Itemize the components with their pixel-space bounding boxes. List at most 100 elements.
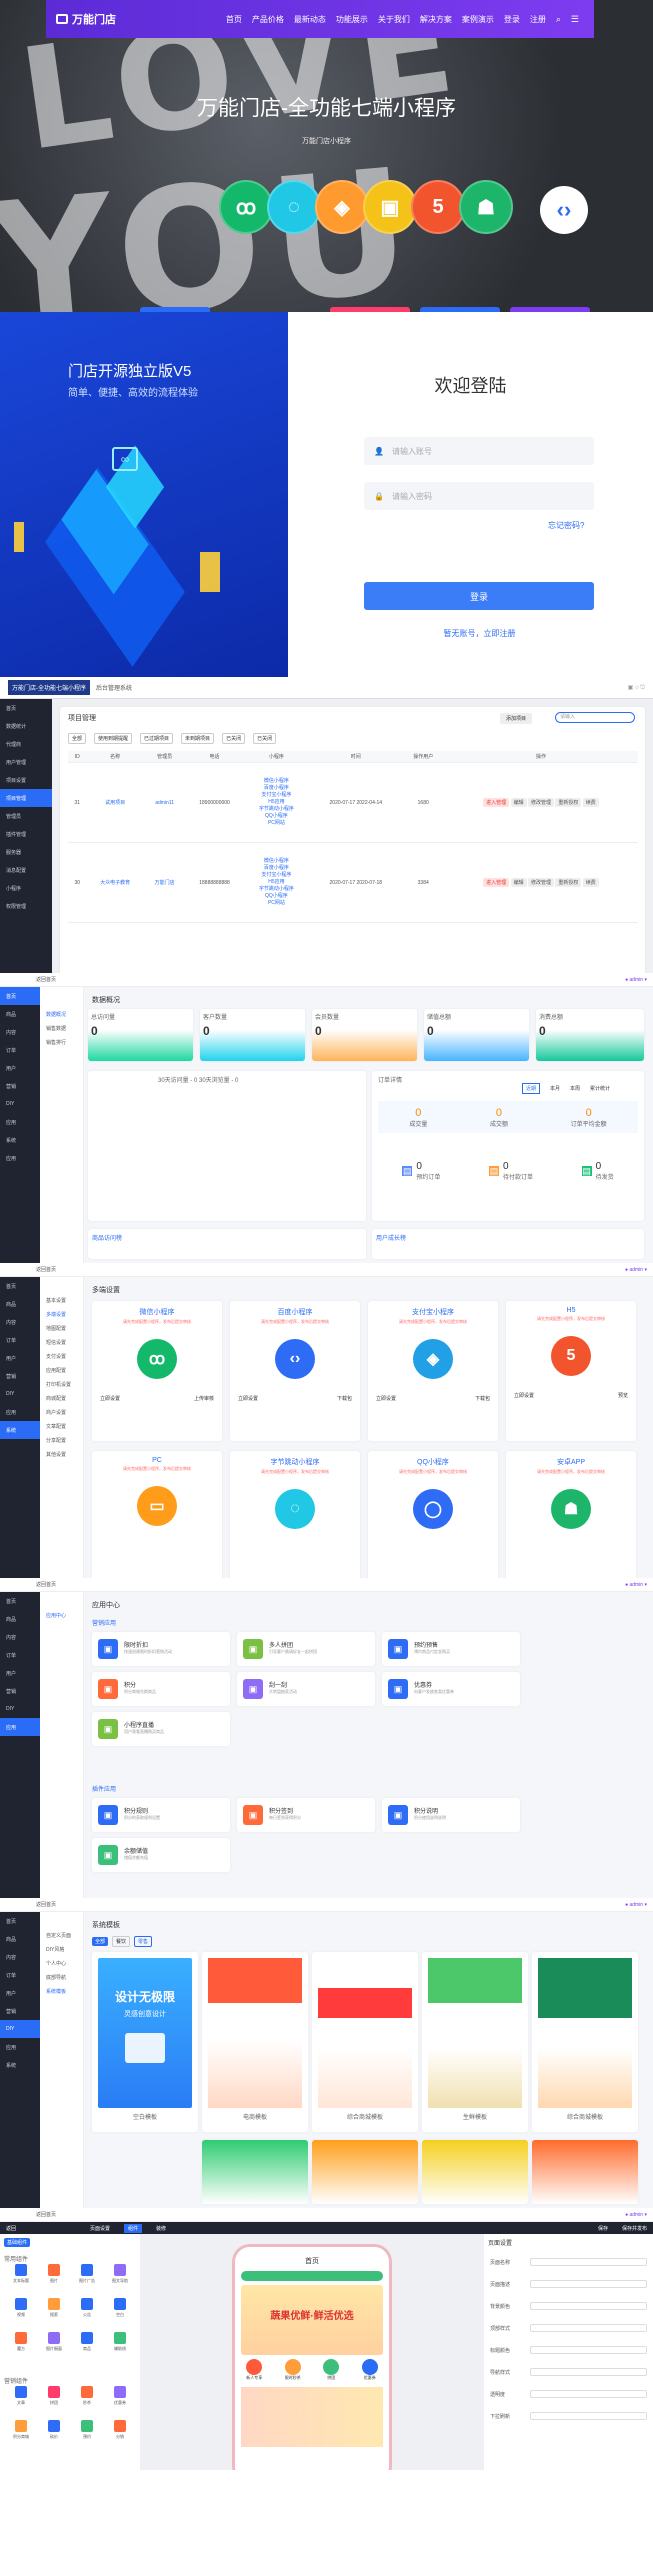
template-card[interactable] [312, 2140, 418, 2204]
sub-item[interactable]: 销售数据 [40, 1021, 83, 1035]
template-card[interactable] [532, 2140, 638, 2204]
nav-home[interactable]: 首页 [226, 14, 242, 25]
sub-item[interactable]: 基本设置 [40, 1293, 83, 1307]
component-item[interactable]: 图片 [39, 2264, 69, 2284]
avatar[interactable]: ● admin ▾ [625, 1267, 647, 1273]
password-field[interactable]: 🔒 请输入密码 [364, 482, 594, 510]
app-item[interactable]: ▣ 积分签到 每日签到获得积分 [237, 1798, 375, 1832]
sub-item[interactable]: 多端设置 [40, 1307, 83, 1321]
sidebar-item[interactable]: 营销 [0, 1367, 40, 1385]
sidebar-item[interactable]: 消息配置 [0, 861, 52, 879]
property-input[interactable] [530, 2324, 647, 2332]
sidebar-item[interactable]: 商品 [0, 1610, 40, 1628]
sub-item[interactable]: 自定义页面 [40, 1928, 83, 1942]
platform-button[interactable]: 立即设置 [238, 1395, 258, 1402]
renew-button[interactable]: 续费 [582, 798, 599, 807]
nav-register[interactable]: 注册 [530, 14, 546, 25]
sidebar-item[interactable]: 数据统计 [0, 717, 52, 735]
sidebar-item[interactable]: 首页 [0, 699, 52, 717]
register-link[interactable]: 暂无账号，立即注册 [288, 628, 653, 639]
template-card[interactable]: 综合商城模板 [312, 1952, 418, 2132]
sidebar-item[interactable]: 插件管理 [0, 825, 52, 843]
template-card[interactable]: 综合商城模板 [532, 1952, 638, 2132]
property-input[interactable] [530, 2390, 647, 2398]
sidebar-item[interactable]: 用户 [0, 1664, 40, 1682]
component-item[interactable]: 文本标题 [6, 2264, 36, 2284]
sidebar-item[interactable]: 用户 [0, 1059, 40, 1077]
back-button[interactable]: 返回 [6, 2225, 16, 2232]
sidebar-item[interactable]: DIY [0, 2020, 40, 2038]
sub-item[interactable]: 支付设置 [40, 1349, 83, 1363]
app-item[interactable]: ▣ 优惠券 向客户发放各类优惠券 [382, 1672, 520, 1706]
avatar[interactable]: ● admin ▾ [625, 2212, 647, 2218]
sidebar-item[interactable]: 内容 [0, 1023, 40, 1041]
sub-item[interactable]: 其他设置 [40, 1447, 83, 1461]
back-home-link[interactable]: 返回首页 [36, 1581, 56, 1588]
sub-item[interactable]: 地图配置 [40, 1321, 83, 1335]
sidebar-item[interactable]: 应用 [0, 2038, 40, 2056]
sub-item[interactable]: 应用配置 [40, 1363, 83, 1377]
platform-button[interactable]: 预览 [618, 1392, 628, 1399]
nav-price[interactable]: 产品价格 [252, 14, 284, 25]
sidebar-item[interactable]: DIY [0, 1385, 40, 1403]
search-input[interactable]: 请输入 [555, 712, 635, 723]
sidebar-item[interactable]: 营销 [0, 1077, 40, 1095]
user-menu[interactable]: ▣ ○ ⎋ [628, 684, 645, 692]
property-input[interactable] [530, 2280, 647, 2288]
component-item[interactable]: 图文导航 [105, 2264, 135, 2284]
add-project-button[interactable]: 添加项目 [500, 713, 533, 724]
sub-item[interactable]: 短信设置 [40, 1335, 83, 1349]
publish-button[interactable]: 保存并发布 [622, 2225, 647, 2232]
component-item[interactable]: 图片橱窗 [39, 2332, 69, 2352]
order-tab[interactable]: 本月 [550, 1085, 560, 1092]
sidebar-item[interactable]: 系统 [0, 1421, 40, 1439]
component-item[interactable]: 辅助线 [105, 2332, 135, 2352]
avatar[interactable]: ● admin ▾ [625, 1902, 647, 1908]
sidebar-item[interactable]: 应用 [0, 1718, 40, 1736]
sidebar-item[interactable]: 订单 [0, 1646, 40, 1664]
sub-item[interactable]: 分享配置 [40, 1433, 83, 1447]
nav-solutions[interactable]: 解决方案 [420, 14, 452, 25]
component-item[interactable]: 分销 [105, 2420, 135, 2440]
renew-button[interactable]: 续费 [582, 878, 599, 887]
avatar[interactable]: ● admin ▾ [625, 977, 647, 983]
login-button[interactable]: 登录 [364, 582, 594, 610]
template-tab[interactable]: 全部 [92, 1937, 109, 1946]
sub-item[interactable]: 销售排行 [40, 1035, 83, 1049]
sidebar-item[interactable]: 订单 [0, 1041, 40, 1059]
platform-button[interactable]: 下载包 [475, 1395, 490, 1402]
platform-button[interactable]: 立即设置 [514, 1392, 534, 1399]
sidebar-item[interactable]: 小程序 [0, 879, 52, 897]
sidebar-item[interactable]: 代理商 [0, 735, 52, 753]
sidebar-item[interactable]: 内容 [0, 1948, 40, 1966]
component-item[interactable]: 文章 [6, 2386, 36, 2406]
sidebar-item[interactable]: 系统 [0, 1131, 40, 1149]
app-item[interactable]: ▣ 限时折扣 快速创建限时折扣营销活动 [92, 1632, 230, 1666]
filter-tab[interactable]: 未到期项目 [181, 733, 215, 744]
nav-about[interactable]: 关于我们 [378, 14, 410, 25]
sidebar-item[interactable]: 商品 [0, 1005, 40, 1023]
component-item[interactable]: 视频 [6, 2298, 36, 2318]
template-card[interactable]: 生鲜模板 [422, 1952, 528, 2132]
app-item[interactable]: ▣ 多人拼团 引导客户邀请好友一起拼团 [237, 1632, 375, 1666]
component-item[interactable]: 优惠券 [105, 2386, 135, 2406]
component-item[interactable]: 搜索 [39, 2298, 69, 2318]
sidebar-item[interactable]: 订单 [0, 1331, 40, 1349]
sidebar-item[interactable]: 营销 [0, 2002, 40, 2020]
sub-item[interactable]: DIY风格 [40, 1942, 83, 1956]
filter-tab[interactable]: 全部 [68, 733, 87, 744]
modify-button[interactable]: 修改管理 [527, 798, 554, 807]
filter-tab[interactable]: 已过期项目 [140, 733, 174, 744]
search-icon[interactable]: ⌕ [556, 14, 561, 25]
component-item[interactable]: 空白 [105, 2298, 135, 2318]
nav-login[interactable]: 登录 [504, 14, 520, 25]
property-input[interactable] [530, 2258, 647, 2266]
sub-item[interactable]: 底部导航 [40, 1970, 83, 1984]
template-tab[interactable]: 零售 [134, 1936, 153, 1947]
app-item[interactable]: ▣ 刮一刮 大转盘抽奖活动 [237, 1672, 375, 1706]
menu-icon[interactable]: ☰ [571, 14, 579, 25]
platform-button[interactable]: 立即设置 [100, 1395, 120, 1402]
component-item[interactable]: 秒杀 [72, 2386, 102, 2406]
sidebar-item[interactable]: DIY [0, 1700, 40, 1718]
sidebar-item[interactable]: 用户 [0, 1984, 40, 2002]
